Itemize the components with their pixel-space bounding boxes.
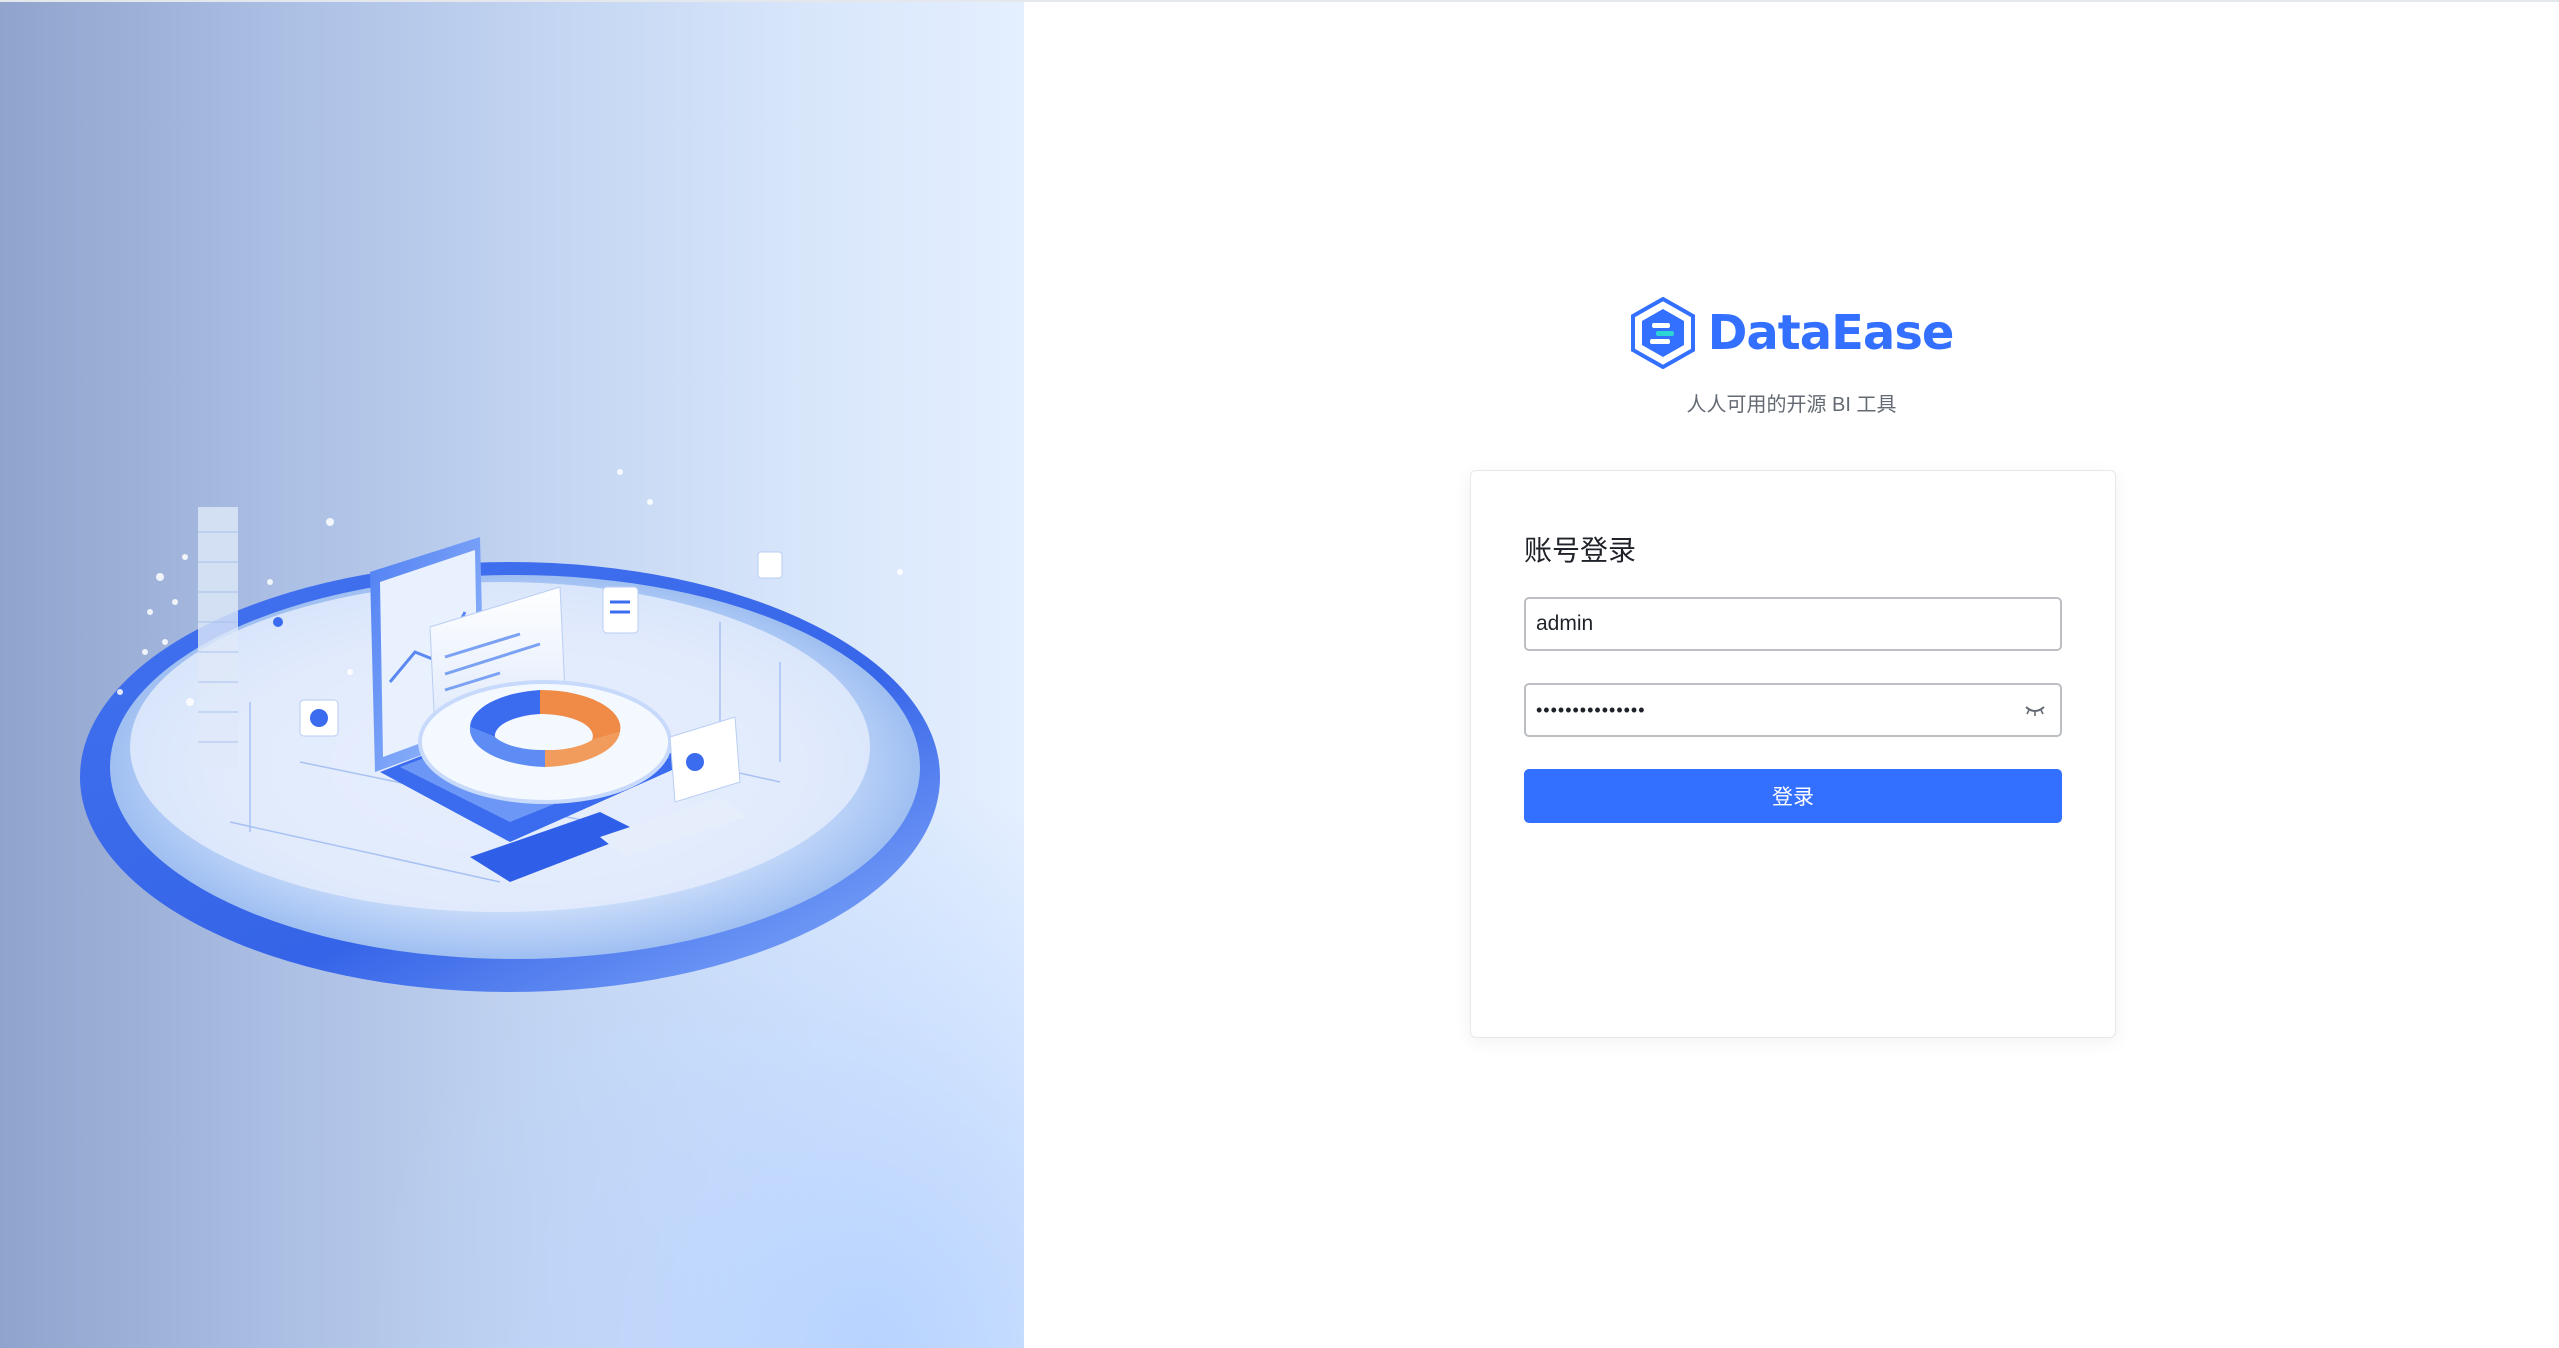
bar-tower bbox=[198, 507, 238, 767]
eye-closed-icon[interactable] bbox=[2024, 703, 2046, 717]
isometric-data-dashboard-illustration bbox=[80, 469, 940, 992]
brand-header: DataEase bbox=[1024, 297, 2559, 369]
password-input[interactable]: ••••••••••••••• bbox=[1526, 700, 2024, 721]
login-card: 账号登录 admin ••••••••••••••• 登录 bbox=[1470, 470, 2116, 1038]
login-page: DataEase 人人可用的开源 BI 工具 账号登录 admin ••••••… bbox=[0, 0, 2559, 1348]
username-field[interactable]: admin bbox=[1524, 597, 2062, 651]
password-field[interactable]: ••••••••••••••• bbox=[1524, 683, 2062, 737]
brand-tagline: 人人可用的开源 BI 工具 bbox=[1686, 394, 1897, 416]
brand-name: DataEase bbox=[1707, 305, 1955, 361]
login-button[interactable]: 登录 bbox=[1524, 769, 2062, 823]
dataease-logo-icon bbox=[1630, 297, 1695, 369]
login-panel: DataEase 人人可用的开源 BI 工具 账号登录 admin ••••••… bbox=[1024, 2, 2559, 1348]
hero-illustration-panel bbox=[0, 2, 1024, 1348]
username-input[interactable]: admin bbox=[1526, 612, 2060, 636]
login-title: 账号登录 bbox=[1524, 535, 1637, 566]
